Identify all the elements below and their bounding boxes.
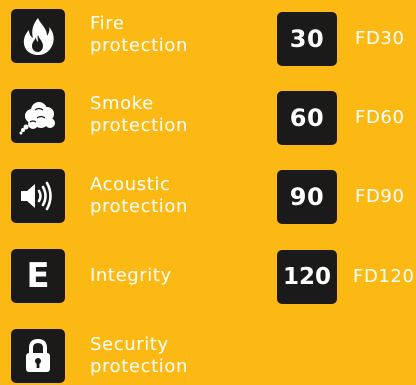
speaker-icon xyxy=(18,181,58,211)
acoustic-icon-tile xyxy=(11,169,65,223)
fd120-number: 120 xyxy=(282,264,331,290)
fd30-number: 30 xyxy=(289,25,325,53)
acoustic-protection-label: Acoustic protection xyxy=(90,174,188,218)
smoke-label-line1: Smoke xyxy=(90,93,154,114)
integrity-label: Integrity xyxy=(90,265,172,286)
fd60-label: FD60 xyxy=(355,107,405,128)
fd60-number: 60 xyxy=(289,104,325,132)
fire-label-line1: Fire xyxy=(90,13,125,34)
fd120-rating-tile: 120 xyxy=(277,250,337,304)
smoke-icon-tile xyxy=(11,89,65,143)
acoustic-label-line2: protection xyxy=(90,196,188,217)
fire-protection-label: Fire protection xyxy=(90,13,188,57)
security-protection-label: Security protection xyxy=(90,334,188,378)
security-icon-tile xyxy=(11,329,65,383)
security-label-line2: protection xyxy=(90,356,188,377)
security-label-line1: Security xyxy=(90,334,169,355)
smoke-label-line2: protection xyxy=(90,115,188,136)
fire-label-line2: protection xyxy=(90,35,188,56)
smoke-cloud-icon xyxy=(17,96,59,136)
integrity-letter: E xyxy=(26,256,50,296)
fire-icon-tile xyxy=(11,9,65,63)
integrity-icon-tile: E xyxy=(11,249,65,303)
fd30-label: FD30 xyxy=(355,28,405,49)
fd120-label: FD120 xyxy=(353,266,415,287)
smoke-protection-label: Smoke protection xyxy=(90,93,188,137)
fd90-number: 90 xyxy=(289,183,325,211)
fd90-label: FD90 xyxy=(355,186,405,207)
fd60-rating-tile: 60 xyxy=(277,91,337,145)
acoustic-label-line1: Acoustic xyxy=(90,174,171,195)
padlock-icon xyxy=(23,338,53,374)
fd30-rating-tile: 30 xyxy=(277,12,337,66)
fd90-rating-tile: 90 xyxy=(277,170,337,224)
flame-icon xyxy=(19,16,57,56)
